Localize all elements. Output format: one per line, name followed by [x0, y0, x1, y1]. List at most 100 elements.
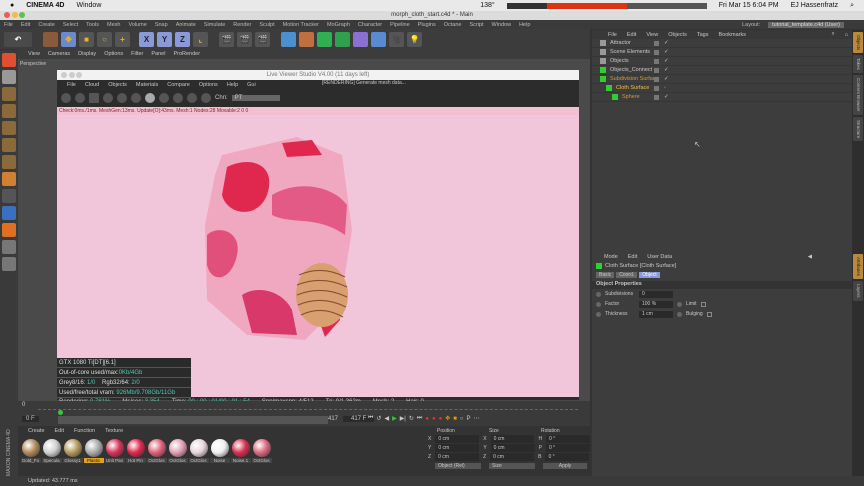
- tweak-icon[interactable]: [2, 189, 16, 203]
- visibility-toggle[interactable]: [654, 85, 659, 91]
- scale-key-icon[interactable]: ■: [453, 416, 457, 422]
- cube-icon[interactable]: [281, 31, 296, 47]
- lv-menu-gui[interactable]: Gui: [247, 82, 256, 88]
- viewport[interactable]: View Cameras Display Options Filter Panel ProR…: [18, 49, 590, 405]
- menu-motion-tracker[interactable]: Motion Tracker: [283, 22, 319, 28]
- tab-attributes[interactable]: Attributes: [853, 254, 863, 280]
- vp-menu-cameras[interactable]: Cameras: [48, 51, 70, 57]
- render-output[interactable]: GTX 1080 Ti[DT][6.1] Out-of-core used/ma…: [57, 115, 579, 398]
- axis-mode-icon[interactable]: [2, 172, 16, 186]
- render-settings-button[interactable]: 🎬: [255, 31, 270, 47]
- model-mode-icon[interactable]: [2, 70, 16, 84]
- menu-file[interactable]: File: [4, 22, 13, 28]
- menu-select[interactable]: Select: [63, 22, 78, 28]
- coordinate-mode-select[interactable]: Object (Rel): [435, 463, 481, 469]
- size-field[interactable]: 0 cm: [490, 444, 535, 452]
- apple-icon[interactable]: ●: [10, 2, 14, 9]
- polygons-mode-icon[interactable]: [2, 155, 16, 169]
- object-row[interactable]: Scene Elements ✓: [592, 48, 852, 57]
- minimize-button[interactable]: [11, 12, 18, 18]
- checkbox[interactable]: [706, 311, 712, 317]
- menu-animate[interactable]: Animate: [176, 22, 196, 28]
- lv-menu-compare[interactable]: Compare: [167, 82, 190, 88]
- prev-key-icon[interactable]: ↺: [376, 415, 381, 422]
- menu-edit[interactable]: Edit: [21, 22, 30, 28]
- pick-icon[interactable]: [201, 92, 211, 103]
- material-item[interactable]: Gold_Fo: [20, 439, 41, 463]
- vp-menu-display[interactable]: Display: [78, 51, 96, 57]
- camera-icon[interactable]: 🎥: [389, 31, 404, 47]
- mat-menu-texture[interactable]: Texture: [105, 428, 123, 434]
- points-mode-icon[interactable]: [2, 121, 16, 135]
- material-item[interactable]: Hot Pin: [125, 439, 146, 463]
- am-menu-edit[interactable]: Edit: [628, 254, 637, 260]
- enable-check-icon[interactable]: ✓: [664, 94, 669, 100]
- search-icon[interactable]: ⌕: [850, 2, 854, 10]
- channel-select[interactable]: PT: [231, 94, 280, 101]
- visibility-toggle[interactable]: [654, 94, 659, 100]
- settings-icon[interactable]: [61, 92, 71, 103]
- position-field[interactable]: 0 cm: [435, 453, 480, 461]
- vp-menu-panel[interactable]: Panel: [151, 51, 165, 57]
- search-icon[interactable]: ⌕: [832, 31, 835, 38]
- vp-menu-filter[interactable]: Filter: [131, 51, 143, 57]
- live-selection-button[interactable]: [43, 31, 58, 47]
- field-input[interactable]: 0: [639, 290, 673, 298]
- lock-icon[interactable]: [131, 92, 141, 103]
- magnet-icon[interactable]: [2, 223, 16, 237]
- tab-basic[interactable]: Basic: [596, 271, 615, 278]
- enable-check-icon[interactable]: ✓: [664, 40, 669, 46]
- current-frame-field[interactable]: 0 F: [22, 416, 39, 422]
- playhead[interactable]: [58, 410, 63, 415]
- tab-layers[interactable]: Layers: [853, 281, 863, 301]
- tab-objects[interactable]: Objects: [853, 32, 863, 54]
- vp-menu-prorender[interactable]: ProRender: [173, 51, 200, 57]
- visibility-toggle[interactable]: [654, 67, 659, 73]
- object-row[interactable]: Objects ✓: [592, 57, 852, 66]
- apply-button[interactable]: Apply: [543, 463, 587, 469]
- lock-icon[interactable]: [2, 257, 16, 271]
- material-item[interactable]: OctGlos: [188, 439, 209, 463]
- save-icon[interactable]: [159, 92, 169, 103]
- menu-plugins[interactable]: Plugins: [418, 22, 436, 28]
- window-menu[interactable]: Window: [76, 2, 101, 9]
- edges-mode-icon[interactable]: [2, 138, 16, 152]
- pin-icon[interactable]: [187, 92, 197, 103]
- keyframe-selection-icon[interactable]: ●: [439, 416, 443, 422]
- menu-pipeline[interactable]: Pipeline: [390, 22, 410, 28]
- enable-check-icon[interactable]: ✓: [664, 67, 669, 73]
- mat-menu-create[interactable]: Create: [28, 428, 45, 434]
- material-item[interactable]: Noise: [209, 439, 230, 463]
- autokey-icon[interactable]: ●: [432, 416, 436, 422]
- rotation-field[interactable]: 0 °: [546, 444, 590, 452]
- om-menu-edit[interactable]: Edit: [627, 32, 636, 38]
- render-view-button[interactable]: 🎬: [219, 31, 234, 47]
- enable-check-icon[interactable]: ✓: [664, 58, 669, 64]
- material-ball-icon[interactable]: [145, 92, 155, 103]
- field-input[interactable]: 100 %: [639, 300, 673, 308]
- size-mode-select[interactable]: Size: [489, 463, 535, 469]
- object-row[interactable]: Cloth Surface •: [592, 84, 852, 93]
- next-key-icon[interactable]: ↻: [409, 415, 414, 422]
- scale-button[interactable]: ■: [79, 31, 94, 47]
- pen-icon[interactable]: [299, 31, 314, 47]
- back-arrow-icon[interactable]: ◀: [808, 254, 812, 260]
- visibility-toggle[interactable]: [654, 49, 659, 55]
- enable-check-icon[interactable]: ✓: [664, 49, 669, 55]
- visibility-toggle[interactable]: [654, 40, 659, 46]
- om-menu-tags[interactable]: Tags: [697, 32, 709, 38]
- y-axis-lock[interactable]: Y: [157, 31, 172, 47]
- visibility-toggle[interactable]: [654, 58, 659, 64]
- lv-menu-help[interactable]: Help: [227, 82, 238, 88]
- menu-volume[interactable]: Volume: [128, 22, 146, 28]
- render-picture-viewer-button[interactable]: 🎬: [237, 31, 252, 47]
- material-item[interactable]: Plastic: [83, 439, 104, 463]
- move-button[interactable]: ✥: [61, 31, 76, 47]
- tab-coord[interactable]: Coord.: [616, 271, 638, 278]
- rotation-field[interactable]: 0 °: [545, 453, 590, 461]
- menu-octane[interactable]: Octane: [444, 22, 462, 28]
- object-row[interactable]: Sphere ✓: [592, 93, 852, 102]
- menu-render[interactable]: Render: [233, 22, 251, 28]
- restart-icon[interactable]: [75, 92, 85, 103]
- subdivision-icon[interactable]: [317, 31, 332, 47]
